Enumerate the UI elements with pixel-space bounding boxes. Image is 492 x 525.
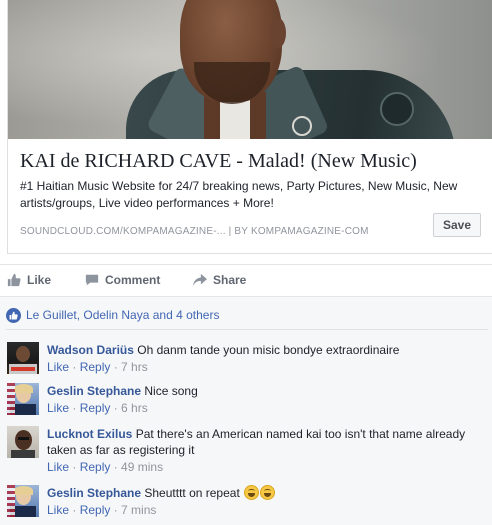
comment-meta: Like · Reply · 49 mins	[47, 460, 164, 474]
comment-time[interactable]: 49 mins	[121, 460, 163, 474]
facebook-post: KAI de RICHARD CAVE - Malad! (New Music)…	[0, 0, 492, 525]
divider	[6, 329, 488, 330]
comment-reply-link[interactable]: Reply	[80, 360, 111, 374]
link-preview-card[interactable]: KAI de RICHARD CAVE - Malad! (New Music)…	[7, 0, 492, 254]
comment-like-link[interactable]: Like	[47, 460, 69, 474]
link-preview-image[interactable]	[8, 0, 492, 139]
comment-reply-link[interactable]: Reply	[80, 401, 111, 415]
save-button[interactable]: Save	[433, 213, 481, 237]
comment-reply-link[interactable]: Reply	[80, 503, 111, 517]
avatar[interactable]	[7, 485, 39, 517]
comment-like-link[interactable]: Like	[47, 503, 69, 517]
thumbs-up-icon	[7, 273, 21, 287]
post-action-bar: Like Comment Share	[0, 264, 492, 296]
share-label: Share	[213, 273, 247, 287]
link-preview-description: #1 Haitian Music Website for 24/7 breaki…	[20, 179, 458, 210]
comment-time[interactable]: 6 hrs	[121, 401, 148, 415]
laughing-emoji-icon	[260, 485, 276, 500]
comment-author[interactable]: Wadson Dariüs	[47, 343, 134, 357]
comments-section: Le Guillet, Odelin Naya and 4 others Wad…	[0, 296, 492, 525]
comment-author[interactable]: Geslin Stephane	[47, 486, 141, 500]
avatar[interactable]	[7, 426, 39, 458]
comment-meta: Like · Reply · 7 hrs	[47, 360, 148, 374]
avatar[interactable]	[7, 342, 39, 374]
laughing-emoji-icon	[244, 485, 260, 500]
comment-label: Comment	[105, 273, 161, 287]
comment-like-link[interactable]: Like	[47, 401, 69, 415]
comment-text: Sheutttt on repeat	[144, 486, 240, 500]
comment-reply-link[interactable]: Reply	[80, 460, 111, 474]
comment-like-link[interactable]: Like	[47, 360, 69, 374]
comment-time[interactable]: 7 mins	[121, 503, 156, 517]
comment-text: Oh danm tande youn misic bondye extraord…	[137, 343, 400, 357]
avatar[interactable]	[7, 383, 39, 415]
comment-button[interactable]: Comment	[85, 273, 160, 287]
reactions-text[interactable]: Le Guillet, Odelin Naya and 4 others	[26, 308, 219, 322]
like-label: Like	[27, 273, 52, 287]
comment-meta: Like · Reply · 7 mins	[47, 503, 157, 517]
comment-author[interactable]: Geslin Stephane	[47, 384, 141, 398]
link-preview-source: SOUNDCLOUD.COM/KOMPAMAGAZINE-... | BY KO…	[20, 226, 369, 237]
like-button[interactable]: Like	[7, 273, 51, 287]
comment-icon	[85, 274, 99, 286]
share-button[interactable]: Share	[193, 273, 246, 287]
share-icon	[193, 273, 207, 287]
comment-text: Nice song	[144, 384, 198, 398]
reactions-summary[interactable]: Le Guillet, Odelin Naya and 4 others	[6, 307, 219, 323]
like-icon	[6, 307, 21, 323]
comment-meta: Like · Reply · 6 hrs	[47, 401, 148, 415]
link-preview-title[interactable]: KAI de RICHARD CAVE - Malad! (New Music)	[20, 150, 417, 173]
comment-time[interactable]: 7 hrs	[121, 360, 148, 374]
comment-author[interactable]: Lucknot Exilus	[47, 427, 132, 441]
